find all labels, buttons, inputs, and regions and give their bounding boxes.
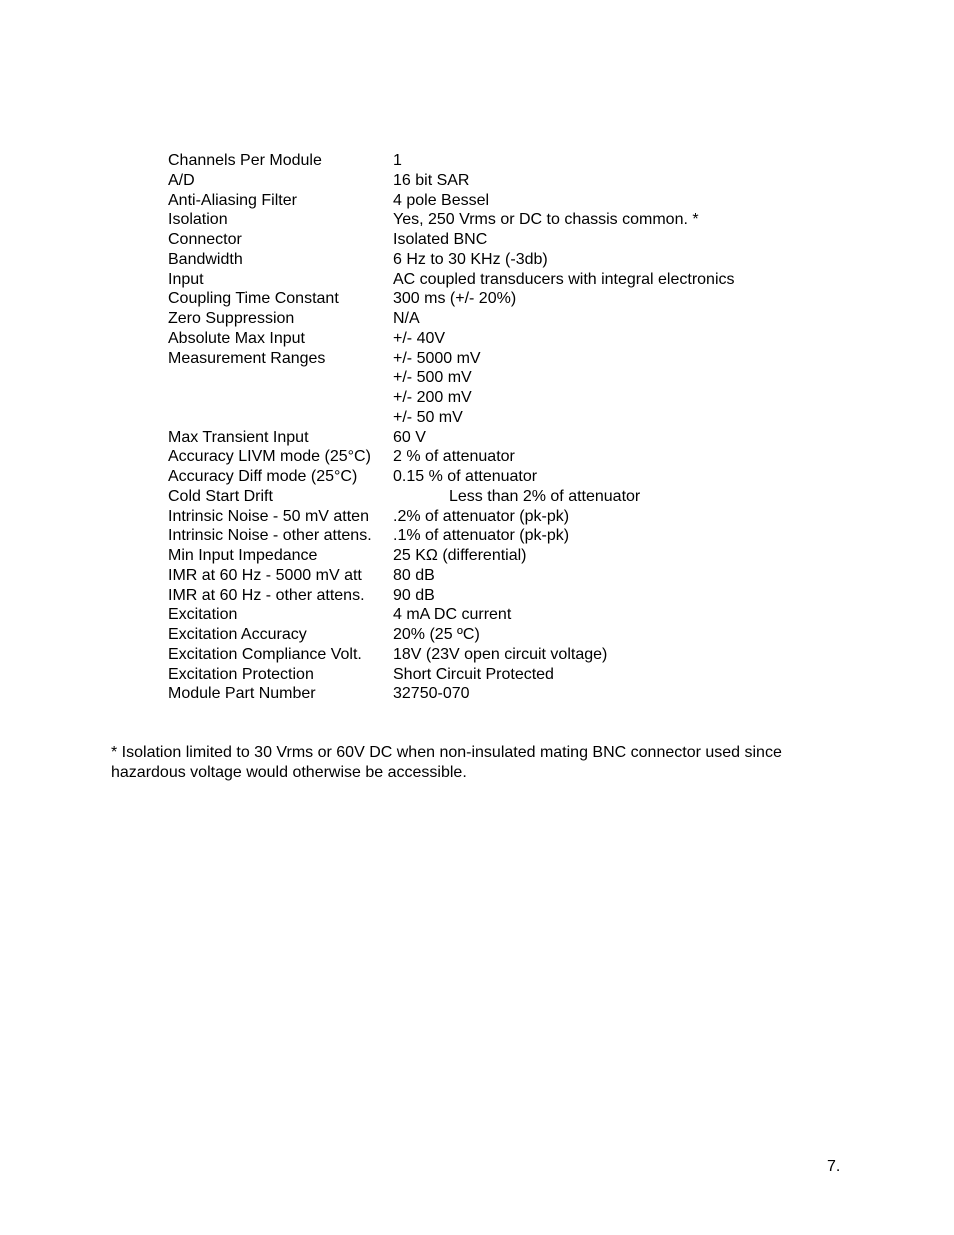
spec-label: Accuracy Diff mode (25°C): [168, 468, 358, 485]
isolation-footnote: * Isolation limited to 30 Vrms or 60V DC…: [111, 744, 782, 781]
spec-value: 16 bit SAR: [393, 171, 470, 189]
spec-row: Absolute Max Input +/- 40V: [168, 329, 735, 349]
spec-row: IMR at 60 Hz - 5000 mV att 80 dB: [168, 566, 735, 586]
spec-row: Excitation Accuracy 20% (25 ºC): [168, 625, 735, 645]
spec-value: 20% (25 ºC): [393, 626, 480, 643]
spec-label: Accuracy LIVM mode (25°C): [168, 448, 371, 466]
spec-label: Max Transient Input: [168, 428, 309, 446]
spec-label: Anti-Aliasing Filter: [168, 191, 297, 209]
spec-label: Excitation Accuracy: [168, 626, 307, 643]
spec-value: 2 % of attenuator: [393, 448, 515, 466]
spec-row: Channels Per Module 1: [168, 151, 735, 171]
spec-value: 300 ms (+/- 20%): [393, 290, 517, 308]
spec-label: Module Part Number: [168, 685, 316, 703]
spec-row: Intrinsic Noise - 50 mV atten .2% of atte…: [168, 507, 735, 527]
spec-row: Min Input Impedance 25 KΩ (differential): [168, 546, 735, 566]
spec-label: Excitation Compliance Volt.: [168, 645, 362, 663]
spec-row: Bandwidth 6 Hz to 30 KHz (-3db): [168, 250, 735, 270]
spec-row: Intrinsic Noise - other attens. .1% of at…: [168, 526, 735, 546]
spec-value: +/- 40V: [393, 329, 446, 347]
spec-label: IMR at 60 Hz - other attens.: [168, 586, 365, 604]
spec-value: 32750-070: [393, 685, 470, 703]
spec-row: Excitation Compliance Volt. 18V (23V open…: [168, 645, 735, 665]
spec-row: IMR at 60 Hz - other attens. 90 dB: [168, 586, 735, 606]
spec-value: 25 KΩ (differential): [393, 547, 527, 564]
spec-value: +/- 200 mV: [393, 389, 472, 406]
spec-label: Excitation: [168, 606, 238, 624]
spec-value: N/A: [393, 310, 420, 327]
spec-value: 0.15 % of attenuator: [393, 468, 538, 485]
spec-row: Anti-Aliasing Filter 4 pole Bessel: [168, 191, 735, 211]
spec-value: .1% of attenuator (pk-pk): [393, 527, 570, 545]
spec-value: Short Circuit Protected: [393, 665, 554, 683]
spec-row: Max Transient Input 60 V: [168, 428, 735, 448]
spec-value: +/- 50 mV: [393, 408, 463, 426]
spec-value: Yes, 250 Vrms or DC to chassis common. *: [393, 211, 699, 229]
spec-value: Less than 2% of attenuator: [449, 487, 641, 505]
spec-row: Connector Isolated BNC: [168, 230, 735, 250]
spec-row: Excitation 4 mA DC current: [168, 605, 735, 625]
spec-label: [168, 388, 393, 408]
spec-label: Cold Start Drift: [168, 487, 273, 505]
spec-label: [168, 368, 393, 388]
spec-label: Bandwidth: [168, 250, 243, 268]
spec-label: Absolute Max Input: [168, 329, 305, 347]
spec-row: +/- 500 mV: [168, 368, 735, 388]
spec-label: Min Input Impedance: [168, 547, 318, 564]
spec-label: Intrinsic Noise - 50 mV atten: [168, 507, 369, 525]
spec-row: +/- 200 mV: [168, 388, 735, 408]
spec-row: Excitation Protection Short Circuit Prote…: [168, 665, 735, 685]
spec-value: 4 pole Bessel: [393, 191, 490, 209]
spec-label: IMR at 60 Hz - 5000 mV att: [168, 566, 362, 584]
spec-value: .2% of attenuator (pk-pk): [393, 507, 570, 525]
spec-value: 90 dB: [393, 586, 435, 604]
spec-row: Cold Start Drift Less than 2% of attenuat…: [168, 487, 735, 507]
spec-label: Measurement Ranges: [168, 349, 326, 367]
spec-label: Input: [168, 270, 204, 288]
spec-value: 18V (23V open circuit voltage): [393, 645, 608, 663]
spec-label: [168, 408, 393, 428]
spec-row: Zero Suppression N/A: [168, 309, 735, 329]
spec-label: Zero Suppression: [168, 310, 295, 327]
specifications-table: Channels Per Module 1 A/D 16 bit SAR Anti-…: [168, 151, 735, 704]
spec-row: A/D 16 bit SAR: [168, 171, 735, 191]
spec-label: A/D: [168, 171, 195, 189]
spec-row: Accuracy Diff mode (25°C) 0.15 % of atten…: [168, 467, 735, 487]
spec-row: +/- 50 mV: [168, 408, 735, 428]
spec-row: Measurement Ranges +/- 5000 mV: [168, 349, 735, 369]
spec-row: Module Part Number 32750-070: [168, 684, 735, 704]
spec-row: Isolation Yes, 250 Vrms or DC to chassis …: [168, 210, 735, 230]
spec-row: Accuracy LIVM mode (25°C) 2 % of attenuat…: [168, 447, 735, 467]
spec-value: 6 Hz to 30 KHz (-3db): [393, 250, 548, 268]
spec-value: 1: [393, 152, 402, 169]
spec-label: Channels Per Module: [168, 152, 322, 169]
spec-value: +/- 500 mV: [393, 369, 472, 387]
spec-label: Connector: [168, 231, 242, 248]
spec-value: 80 dB: [393, 566, 435, 584]
spec-value: Isolated BNC: [393, 231, 488, 248]
spec-row: Input AC coupled transducers with integra…: [168, 270, 735, 290]
spec-label: Excitation Protection: [168, 665, 314, 683]
spec-label: Intrinsic Noise - other attens.: [168, 527, 372, 545]
spec-label: Coupling Time Constant: [168, 290, 339, 308]
spec-value: 4 mA DC current: [393, 606, 512, 624]
spec-row: Coupling Time Constant 300 ms (+/- 20%): [168, 289, 735, 309]
page-number: 7.: [827, 1158, 841, 1175]
spec-value: +/- 5000 mV: [393, 349, 481, 367]
spec-value: AC coupled transducers with integral ele…: [393, 270, 735, 288]
spec-value: 60 V: [393, 428, 426, 446]
spec-label: Isolation: [168, 211, 228, 229]
